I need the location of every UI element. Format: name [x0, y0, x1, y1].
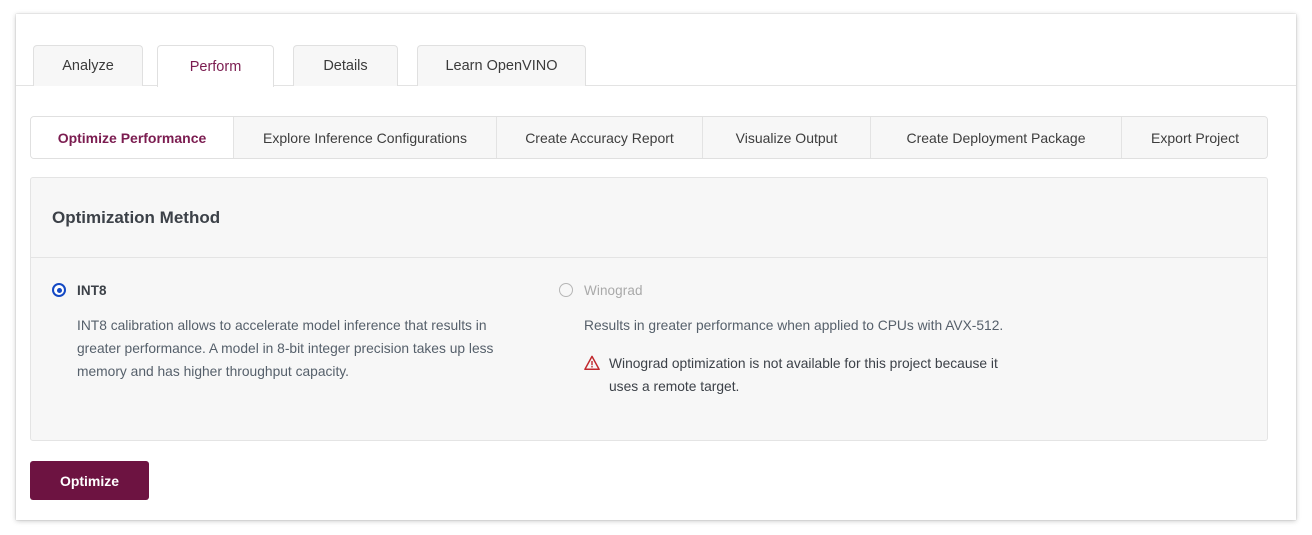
optimization-method-card: Optimization Method INT8 INT8 calibratio… — [30, 177, 1268, 441]
optimize-button[interactable]: Optimize — [30, 461, 149, 500]
subtab-explore-inference-configurations[interactable]: Explore Inference Configurations — [234, 117, 497, 158]
tab-perform-label: Perform — [189, 58, 242, 75]
secondary-tab-bar: Optimize Performance Explore Inference C… — [30, 116, 1268, 159]
subtab-create-accuracy-report-label: Create Accuracy Report — [525, 129, 674, 146]
option-int8-description: INT8 calibration allows to accelerate mo… — [77, 318, 494, 379]
subtab-export-project[interactable]: Export Project — [1122, 117, 1267, 158]
optimize-button-label: Optimize — [59, 472, 120, 489]
radio-winograd — [559, 283, 573, 297]
tab-analyze[interactable]: Analyze — [33, 45, 143, 86]
option-winograd-warning: Winograd optimization is not available f… — [584, 352, 1014, 398]
optimization-method-card-body: INT8 INT8 calibration allows to accelera… — [31, 258, 1267, 441]
subtab-create-deployment-package[interactable]: Create Deployment Package — [871, 117, 1122, 158]
subtab-visualize-output[interactable]: Visualize Output — [703, 117, 871, 158]
option-winograd: Winograd Results in greater performance … — [559, 281, 1029, 398]
optimization-method-card-header: Optimization Method — [31, 178, 1267, 258]
subtab-create-accuracy-report[interactable]: Create Accuracy Report — [497, 117, 703, 158]
application-window: Analyze Perform Details Learn OpenVINO O… — [16, 14, 1296, 520]
option-int8-header: INT8 — [52, 281, 522, 299]
option-winograd-description: Results in greater performance when appl… — [584, 318, 1004, 333]
subtab-explore-inference-configurations-label: Explore Inference Configurations — [263, 129, 467, 146]
option-winograd-warning-text: Winograd optimization is not available f… — [609, 356, 998, 394]
subtab-create-deployment-package-label: Create Deployment Package — [906, 129, 1086, 146]
tab-learn-openvino[interactable]: Learn OpenVINO — [417, 45, 586, 86]
radio-int8[interactable] — [52, 283, 66, 297]
subtab-optimize-performance[interactable]: Optimize Performance — [31, 117, 234, 158]
subtab-optimize-performance-label: Optimize Performance — [57, 129, 207, 146]
subtab-export-project-label: Export Project — [1151, 129, 1239, 146]
option-int8-label: INT8 — [77, 282, 107, 298]
page-title: Optimization Method — [52, 207, 221, 227]
tab-details-label: Details — [323, 58, 368, 74]
option-int8[interactable]: INT8 INT8 calibration allows to accelera… — [52, 281, 522, 383]
primary-tab-bar: Analyze Perform Details Learn OpenVINO — [16, 14, 1296, 87]
option-winograd-label: Winograd — [584, 282, 643, 298]
tab-details[interactable]: Details — [293, 45, 398, 86]
option-winograd-header: Winograd — [559, 281, 1029, 299]
tab-perform[interactable]: Perform — [157, 45, 274, 87]
tab-learn-openvino-label: Learn OpenVINO — [445, 58, 558, 74]
subtab-visualize-output-label: Visualize Output — [735, 129, 838, 146]
tab-analyze-label: Analyze — [62, 58, 114, 74]
warning-triangle-icon — [584, 355, 600, 371]
